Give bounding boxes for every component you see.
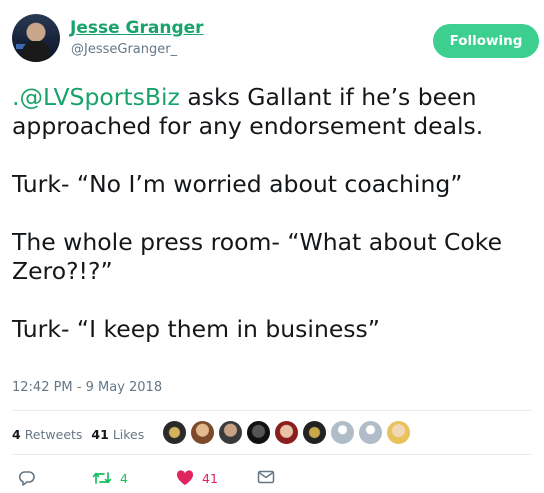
liker-avatar[interactable] [358, 420, 383, 445]
direct-message-button[interactable] [257, 470, 275, 484]
heart-icon [176, 470, 194, 486]
likes-count: 41 [91, 427, 109, 442]
like-count: 41 [202, 470, 218, 486]
liker-avatar[interactable] [218, 420, 243, 445]
liker-avatar[interactable] [274, 420, 299, 445]
retweet-icon [92, 470, 112, 486]
likes-stat[interactable]: 41 Likes [91, 427, 144, 442]
tweet-line-3: The whole press room- “What about Coke Z… [12, 228, 510, 285]
reply-button[interactable] [18, 470, 36, 487]
liker-avatar[interactable] [302, 420, 327, 445]
reply-icon [18, 470, 36, 487]
avatar-figure [22, 41, 50, 62]
liker-avatar[interactable] [246, 420, 271, 445]
tweet-line-4: Turk- “I keep them in business” [12, 315, 380, 343]
envelope-icon [257, 470, 275, 484]
retweet-button[interactable]: 4 [92, 470, 128, 486]
tweet-actions: 4 41 [12, 470, 532, 490]
tweet-stats: 4 Retweets 41 Likes [12, 427, 144, 442]
mention-link[interactable]: .@LVSportsBiz [12, 83, 180, 111]
liker-avatar[interactable] [330, 420, 355, 445]
tweet-line-1: .@LVSportsBiz asks Gallant if he’s been … [12, 83, 537, 141]
tweet-text: .@LVSportsBiz asks Gallant if he’s been … [12, 83, 537, 344]
liker-avatars [162, 420, 411, 445]
tweet-timestamp[interactable]: 12:42 PM - 9 May 2018 [12, 380, 162, 395]
author-display-name[interactable]: Jesse Granger [70, 18, 204, 38]
author-handle[interactable]: @JesseGranger_ [71, 42, 177, 57]
retweet-count: 4 [120, 470, 128, 486]
divider-top [12, 410, 532, 411]
tweet-card: Jesse Granger @JesseGranger_ Following .… [0, 0, 544, 493]
liker-avatar[interactable] [386, 420, 411, 445]
retweets-label: Retweets [24, 427, 83, 442]
liker-avatar[interactable] [162, 420, 187, 445]
retweets-count: 4 [12, 427, 21, 442]
divider-bottom [12, 454, 532, 455]
following-button[interactable]: Following [433, 24, 539, 58]
retweets-stat[interactable]: 4 Retweets [12, 427, 82, 442]
author-avatar[interactable] [12, 14, 60, 62]
like-button[interactable]: 41 [176, 470, 218, 486]
tweet-line-2: Turk- “No I’m worried about coaching” [12, 170, 463, 198]
likes-label: Likes [112, 427, 145, 442]
liker-avatar[interactable] [190, 420, 215, 445]
